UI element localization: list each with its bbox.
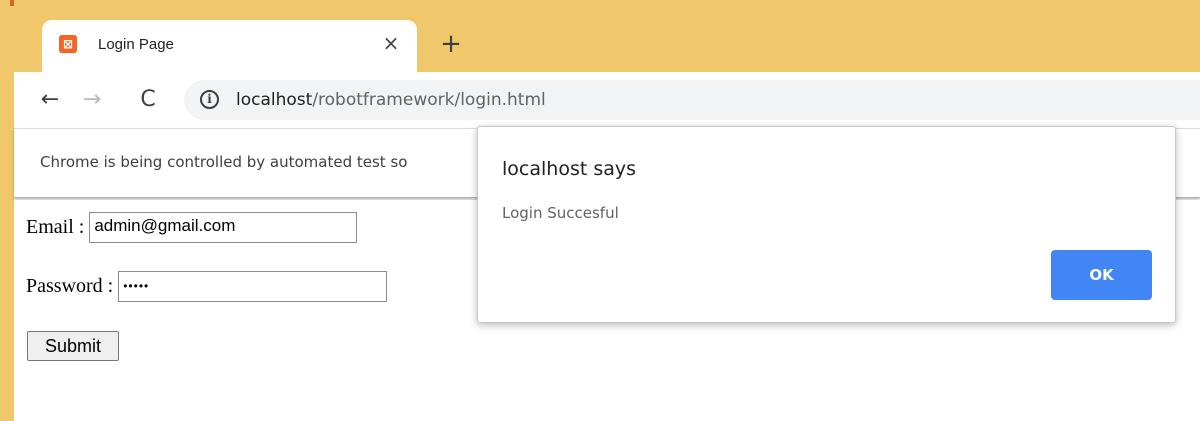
alert-dialog: localhost says Login Succesful OK bbox=[477, 126, 1176, 323]
infobar-text: Chrome is being controlled by automated … bbox=[40, 153, 408, 171]
tab-title: Login Page bbox=[98, 36, 174, 53]
password-field[interactable]: ••••• bbox=[118, 271, 388, 302]
url-path: /robotframework/login.html bbox=[312, 90, 546, 110]
email-label: Email : bbox=[26, 216, 85, 238]
email-field[interactable]: admin@gmail.com bbox=[89, 212, 358, 243]
submit-button[interactable]: Submit bbox=[27, 331, 119, 361]
window-frame-edge bbox=[0, 0, 14, 421]
url-text[interactable]: localhost/robotframework/login.html bbox=[236, 90, 546, 110]
ok-button[interactable]: OK bbox=[1051, 250, 1152, 300]
tab-strip: ⊠ Login Page × + bbox=[14, 0, 1200, 72]
url-host: localhost bbox=[236, 90, 313, 110]
new-tab-icon[interactable]: + bbox=[438, 31, 464, 57]
address-bar[interactable]: i localhost/robotframework/login.html bbox=[184, 80, 1200, 120]
tab-login-page[interactable]: ⊠ Login Page × bbox=[42, 20, 417, 72]
back-arrow-icon[interactable]: ← bbox=[36, 86, 64, 114]
browser-toolbar: ← → C i localhost/robotframework/login.h… bbox=[14, 72, 1200, 128]
email-row: Email : admin@gmail.com bbox=[26, 212, 358, 243]
xampp-icon: ⊠ bbox=[59, 35, 77, 53]
reload-icon[interactable]: C bbox=[134, 86, 162, 114]
password-label: Password : bbox=[26, 275, 114, 297]
site-info-icon[interactable]: i bbox=[200, 90, 219, 109]
dialog-message: Login Succesful bbox=[502, 204, 619, 222]
forward-arrow-icon[interactable]: → bbox=[78, 86, 106, 114]
browser-window: ⊠ Login Page × + ← → C i localhost/robot… bbox=[0, 0, 1200, 421]
dialog-title: localhost says bbox=[502, 158, 637, 180]
password-row: Password : ••••• bbox=[26, 271, 388, 302]
close-tab-icon[interactable]: × bbox=[380, 32, 402, 54]
